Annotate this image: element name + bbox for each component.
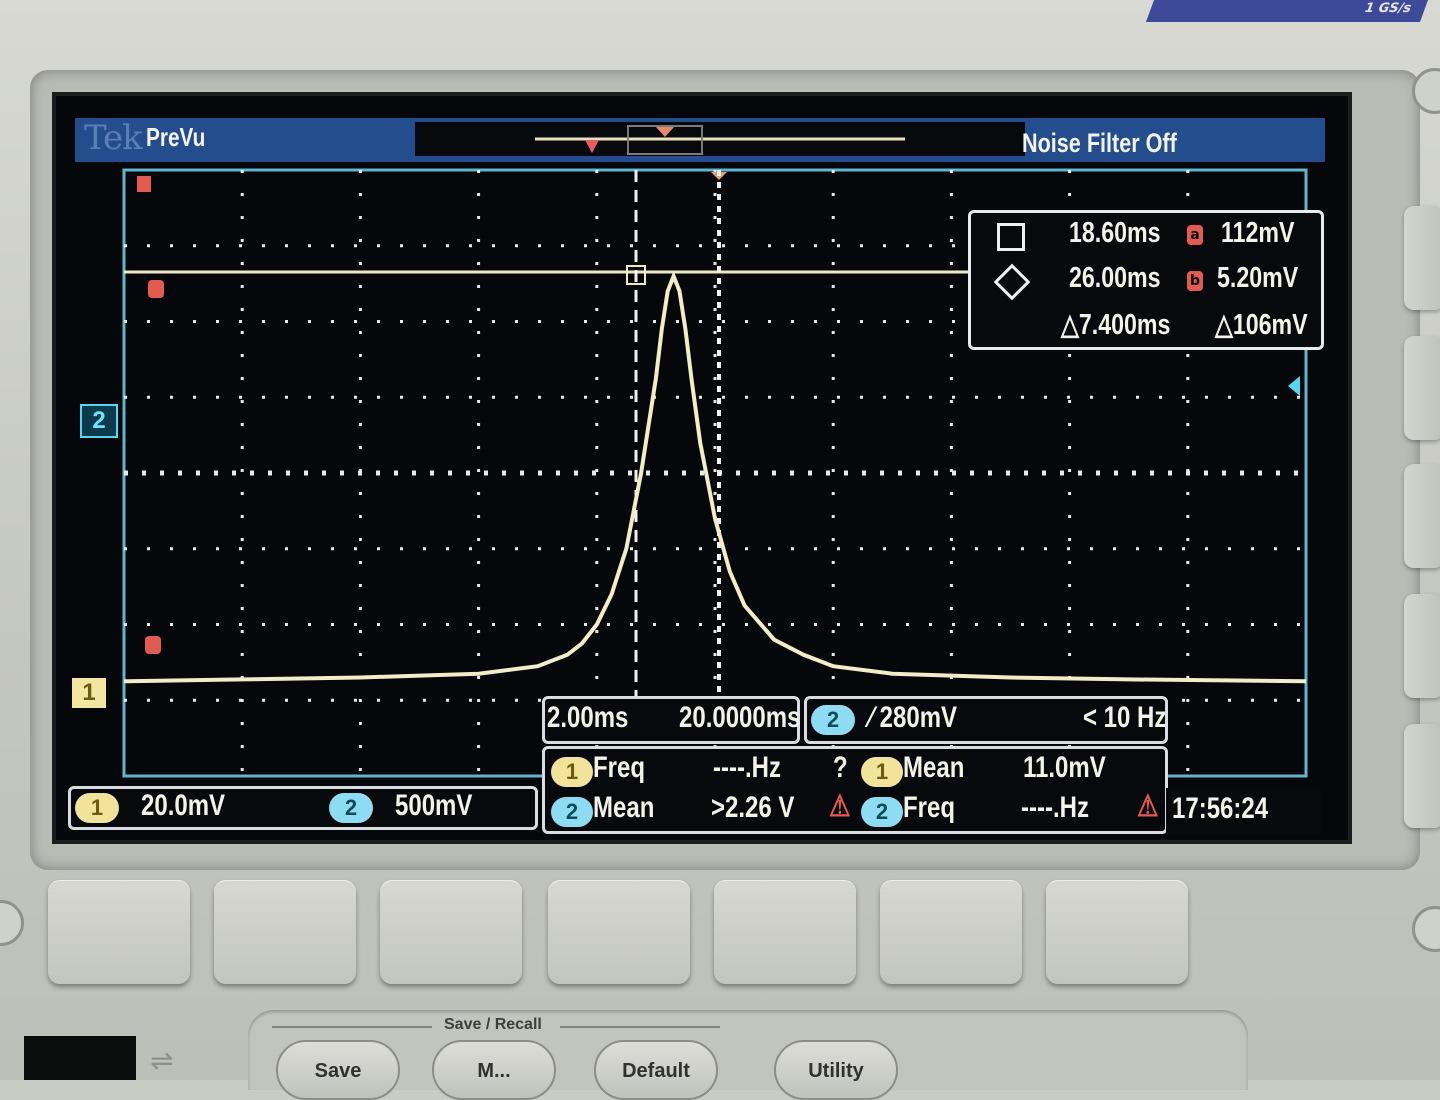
cursor-b-volt: 5.20mV [1217, 262, 1299, 294]
meas2-value: 11.0mV [1023, 751, 1106, 784]
softkey-4[interactable] [548, 880, 690, 984]
cursor-b-badge: b [1187, 271, 1203, 291]
measurement-panel: 1 Freq ----.Hz ? 1 Mean 11.0mV 2 Mean >2… [542, 746, 1168, 834]
meas3-warning-icon: ⚠ [829, 790, 851, 823]
meas3-value: >2.26 V [711, 791, 795, 824]
cursor-a-square-icon [997, 223, 1025, 251]
ch1-scale-badge[interactable]: 1 [75, 793, 119, 823]
group-line-left [272, 1026, 432, 1028]
cursor-a-time: 18.60ms [1069, 217, 1161, 249]
meas2-channel: 1 [861, 757, 903, 787]
clock-time: 17:56:24 [1172, 792, 1269, 825]
utility-button[interactable]: Utility [774, 1040, 898, 1100]
meas1-name: Freq [593, 751, 646, 784]
delta-volt: △106mV [1215, 309, 1308, 341]
ch2-scale[interactable]: 500mV [395, 789, 472, 823]
cursor-a-volt: 112mV [1221, 217, 1295, 249]
softkey-5[interactable] [714, 880, 856, 984]
softkey-2[interactable] [214, 880, 356, 984]
meas3-name: Mean [593, 791, 655, 824]
softkey-3[interactable] [380, 880, 522, 984]
cursor-b-diamond-icon [993, 263, 1031, 301]
clock-panel: 17:56:24 [1166, 788, 1322, 834]
cursor-a-level-marker [148, 280, 164, 298]
meas1-value: ----.Hz [713, 751, 781, 784]
trigger-source-badge[interactable]: 2 [811, 705, 855, 735]
meas4-value: ----.Hz [1021, 791, 1089, 824]
side-key-4[interactable] [1404, 594, 1440, 698]
group-line-right [560, 1026, 720, 1028]
cursor-readout: 18.60ms 26.00ms △7.400ms a b 112mV 5.20m… [968, 210, 1324, 350]
horizontal-readout: 2.00ms 20.0000ms [542, 696, 800, 744]
meas4-name: Freq [903, 791, 956, 824]
trigger-position-marker [585, 140, 599, 153]
softkey-7[interactable] [1046, 880, 1188, 984]
meas3-channel: 2 [551, 797, 593, 827]
side-key-5[interactable] [1404, 724, 1440, 828]
menu-button[interactable]: M... [432, 1040, 556, 1100]
ch1-scale[interactable]: 20.0mV [141, 789, 225, 823]
default-setup-button[interactable]: Default [594, 1040, 718, 1100]
cursor-a-badge: a [1187, 225, 1203, 245]
meas4-channel: 2 [861, 797, 903, 827]
horizontal-position[interactable]: 20.0000ms [679, 701, 800, 735]
meas1-flag: ? [833, 751, 848, 784]
usb-port [24, 1036, 136, 1080]
cursor-b-time: 26.00ms [1069, 262, 1161, 294]
side-key-1[interactable] [1404, 206, 1440, 310]
delta-time: △7.400ms [1061, 309, 1171, 341]
ch2-ground-marker[interactable]: 2 [80, 404, 118, 438]
ch2-scale-badge[interactable]: 2 [329, 793, 373, 823]
save-button[interactable]: Save [276, 1040, 400, 1100]
ch2-trigger-arrow [1288, 376, 1300, 396]
meas1-channel: 1 [551, 757, 593, 787]
trigger-readout: 2 ⁄ 280mV < 10 Hz [804, 696, 1168, 744]
ch1-ground-marker[interactable]: 1 [72, 678, 106, 708]
cursor-b-level-marker [145, 636, 161, 654]
save-recall-title: Save / Recall [440, 1016, 546, 1034]
softkey-1[interactable] [48, 880, 190, 984]
meas4-warning-icon: ⚠ [1137, 790, 1159, 823]
trigger-level[interactable]: ⁄ 280mV [869, 701, 957, 735]
expansion-point-marker [656, 127, 674, 137]
vertical-scale-bar: 1 20.0mV 2 500mV [68, 786, 538, 830]
trigger-frequency: < 10 Hz [1083, 701, 1167, 734]
side-key-2[interactable] [1404, 336, 1440, 440]
meas2-name: Mean [903, 751, 965, 784]
softkey-6[interactable] [880, 880, 1022, 984]
trigger-level-marker [137, 176, 151, 192]
usb-icon: ⇌ [150, 1044, 174, 1077]
side-key-3[interactable] [1404, 464, 1440, 568]
time-per-division[interactable]: 2.00ms [547, 701, 628, 735]
